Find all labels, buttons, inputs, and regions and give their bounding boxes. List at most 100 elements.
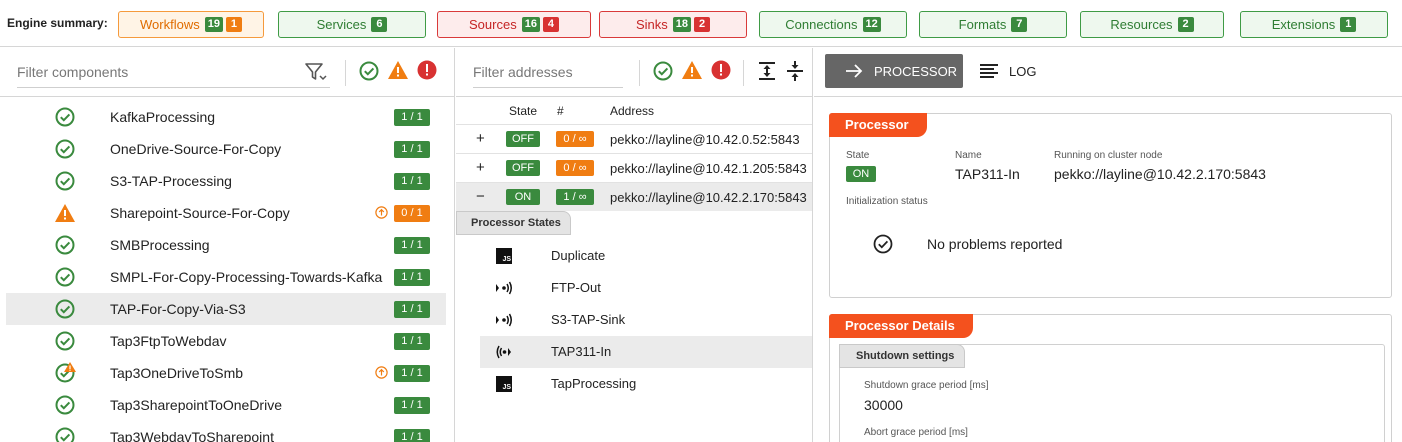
component-row[interactable]: Tap3WebdavToSharepoint 1 / 1 <box>6 421 446 442</box>
check-circle-icon <box>55 139 75 159</box>
shutdown-grace-label: Shutdown grace period [ms] <box>864 380 989 391</box>
detail-pane: PROCESSOR LOG Processor State ON Name TA… <box>814 48 1402 442</box>
component-row[interactable]: SMPL-For-Copy-Processing-Towards-Kafka 1 … <box>6 261 446 293</box>
shutdown-grace-value[interactable]: 30000 <box>864 397 903 413</box>
summary-chip-count: 6 <box>371 17 388 32</box>
component-row[interactable]: TAP-For-Copy-Via-S3 1 / 1 <box>6 293 446 325</box>
upgrade-arrow-icon <box>375 206 388 219</box>
tab-log[interactable]: LOG <box>980 54 1050 88</box>
address-row[interactable]: + OFF 0 / ∞ pekko://layline@10.42.0.52:5843 <box>456 124 812 153</box>
shutdown-settings-tab[interactable]: Shutdown settings <box>839 344 965 368</box>
address-state-pill: OFF <box>506 131 540 147</box>
javascript-icon: JS <box>496 376 512 392</box>
check-circle-icon <box>55 331 75 351</box>
component-name: OneDrive-Source-For-Copy <box>110 141 282 157</box>
component-row[interactable]: S3-TAP-Processing 1 / 1 <box>6 165 446 197</box>
ok-with-warning-icon <box>55 362 76 383</box>
toolbar-divider <box>639 60 640 86</box>
summary-chip-count: 2 <box>1177 17 1194 32</box>
summary-chip-sinks[interactable]: Sinks 18 2 <box>599 11 747 38</box>
component-name: Sharepoint-Source-For-Copy <box>110 205 290 221</box>
summary-chip-resources[interactable]: Resources 2 <box>1080 11 1224 38</box>
processor-name: S3-TAP-Sink <box>551 312 626 327</box>
engine-summary-bar: Engine summary: Workflows 19 1 Services 6 Sou… <box>0 0 1402 47</box>
shutdown-settings-section: Shutdown settings Shutdown grace period … <box>839 344 1385 442</box>
summary-chip-count: 7 <box>1011 17 1028 32</box>
component-name: Tap3WebdavToSharepoint <box>110 429 274 442</box>
summary-chip-extensions[interactable]: Extensions 1 <box>1240 11 1388 38</box>
component-row[interactable]: Tap3SharepointToOneDrive 1 / 1 <box>6 389 446 421</box>
show-warning-filter-icon[interactable] <box>387 59 409 81</box>
address-row[interactable]: + OFF 0 / ∞ pekko://layline@10.42.1.205:584… <box>456 153 812 182</box>
address-count-pill: 0 / ∞ <box>556 131 594 147</box>
address-row[interactable]: − ON 1 / ∞ pekko://layline@10.42.2.170:5843 <box>456 182 812 211</box>
name-value: TAP311-In <box>955 166 1020 182</box>
processor-state-row[interactable]: FTP-Out <box>480 272 812 304</box>
show-ok-filter-icon[interactable] <box>358 60 380 82</box>
component-row[interactable]: OneDrive-Source-For-Copy 1 / 1 <box>6 133 446 165</box>
address-text: pekko://layline@10.42.2.170:5843 <box>610 190 807 205</box>
processor-name: Duplicate <box>551 248 606 263</box>
processor-state-row[interactable]: JS Duplicate <box>480 240 812 272</box>
processor-state-row[interactable]: JS TapProcessing <box>480 368 812 400</box>
show-error-filter-icon[interactable] <box>710 59 732 81</box>
summary-chip-label: Extensions <box>1271 17 1336 32</box>
log-lines-icon <box>980 64 998 78</box>
show-error-filter-icon[interactable] <box>416 59 438 81</box>
expand-toggle[interactable]: + <box>476 130 485 147</box>
check-circle-icon <box>55 299 75 319</box>
filter-addresses-input[interactable] <box>473 56 623 88</box>
expand-toggle[interactable]: + <box>476 159 485 176</box>
component-name: SMPL-For-Copy-Processing-Towards-Kafka <box>110 269 383 285</box>
column-count: # <box>557 104 564 118</box>
address-table-header: State # Address <box>456 97 812 123</box>
expand-all-icon[interactable] <box>756 60 778 82</box>
summary-chip-label: Connections <box>785 17 858 32</box>
instance-count-badge: 1 / 1 <box>394 109 430 126</box>
processor-state-row[interactable]: TAP311-In <box>480 336 812 368</box>
state-label: State <box>846 150 870 161</box>
address-state-pill: OFF <box>506 160 540 176</box>
processor-name: FTP-Out <box>551 280 601 295</box>
summary-chip-workflows[interactable]: Workflows 19 1 <box>118 11 264 38</box>
summary-chip-connections[interactable]: Connections 12 <box>759 11 907 38</box>
show-ok-filter-icon[interactable] <box>652 60 674 82</box>
summary-chip-formats[interactable]: Formats 7 <box>919 11 1067 38</box>
component-row[interactable]: SMBProcessing 1 / 1 <box>6 229 446 261</box>
collapse-toggle[interactable]: − <box>476 188 485 205</box>
summary-chip-label: Workflows <box>140 17 200 32</box>
summary-chip-label: Sinks <box>635 17 668 32</box>
summary-chip-count: 2 <box>694 17 711 32</box>
address-state-pill: ON <box>506 189 540 205</box>
processor-state-row[interactable]: S3-TAP-Sink <box>480 304 812 336</box>
column-state: State <box>509 104 538 118</box>
component-name: KafkaProcessing <box>110 109 216 125</box>
components-toolbar <box>0 48 455 97</box>
component-row[interactable]: KafkaProcessing 1 / 1 <box>6 101 446 133</box>
address-count-pill: 1 / ∞ <box>556 189 594 205</box>
summary-chip-sources[interactable]: Sources 16 4 <box>437 11 591 38</box>
component-row[interactable]: Tap3FtpToWebdav 1 / 1 <box>6 325 446 357</box>
summary-chip-services[interactable]: Services 6 <box>278 11 426 38</box>
filter-components-input[interactable] <box>17 56 330 88</box>
toolbar-divider <box>345 60 346 86</box>
component-row[interactable]: Tap3OneDriveToSmb 1 / 1 <box>6 357 446 389</box>
show-warning-filter-icon[interactable] <box>681 59 703 81</box>
processor-states-tab[interactable]: Processor States <box>456 211 571 235</box>
filter-options-icon[interactable] <box>304 61 328 83</box>
summary-chip-count: 1 <box>1340 17 1357 32</box>
address-text: pekko://layline@10.42.0.52:5843 <box>610 132 800 147</box>
arrow-right-icon <box>846 64 863 78</box>
cluster-node-value: pekko://layline@10.42.2.170:5843 <box>1054 166 1266 182</box>
summary-chip-label: Resources <box>1110 17 1173 32</box>
tab-processor[interactable]: PROCESSOR <box>825 54 963 88</box>
summary-chip-count: 4 <box>542 17 559 32</box>
check-circle-icon <box>55 171 75 191</box>
summary-chip-count: 19 <box>204 17 223 32</box>
javascript-icon: JS <box>496 248 512 264</box>
summary-chip-count: 1 <box>225 17 242 32</box>
collapse-all-icon[interactable] <box>784 60 806 82</box>
check-circle-icon <box>55 235 75 255</box>
cluster-node-label: Running on cluster node <box>1054 150 1163 161</box>
component-row[interactable]: Sharepoint-Source-For-Copy 0 / 1 <box>6 197 446 229</box>
